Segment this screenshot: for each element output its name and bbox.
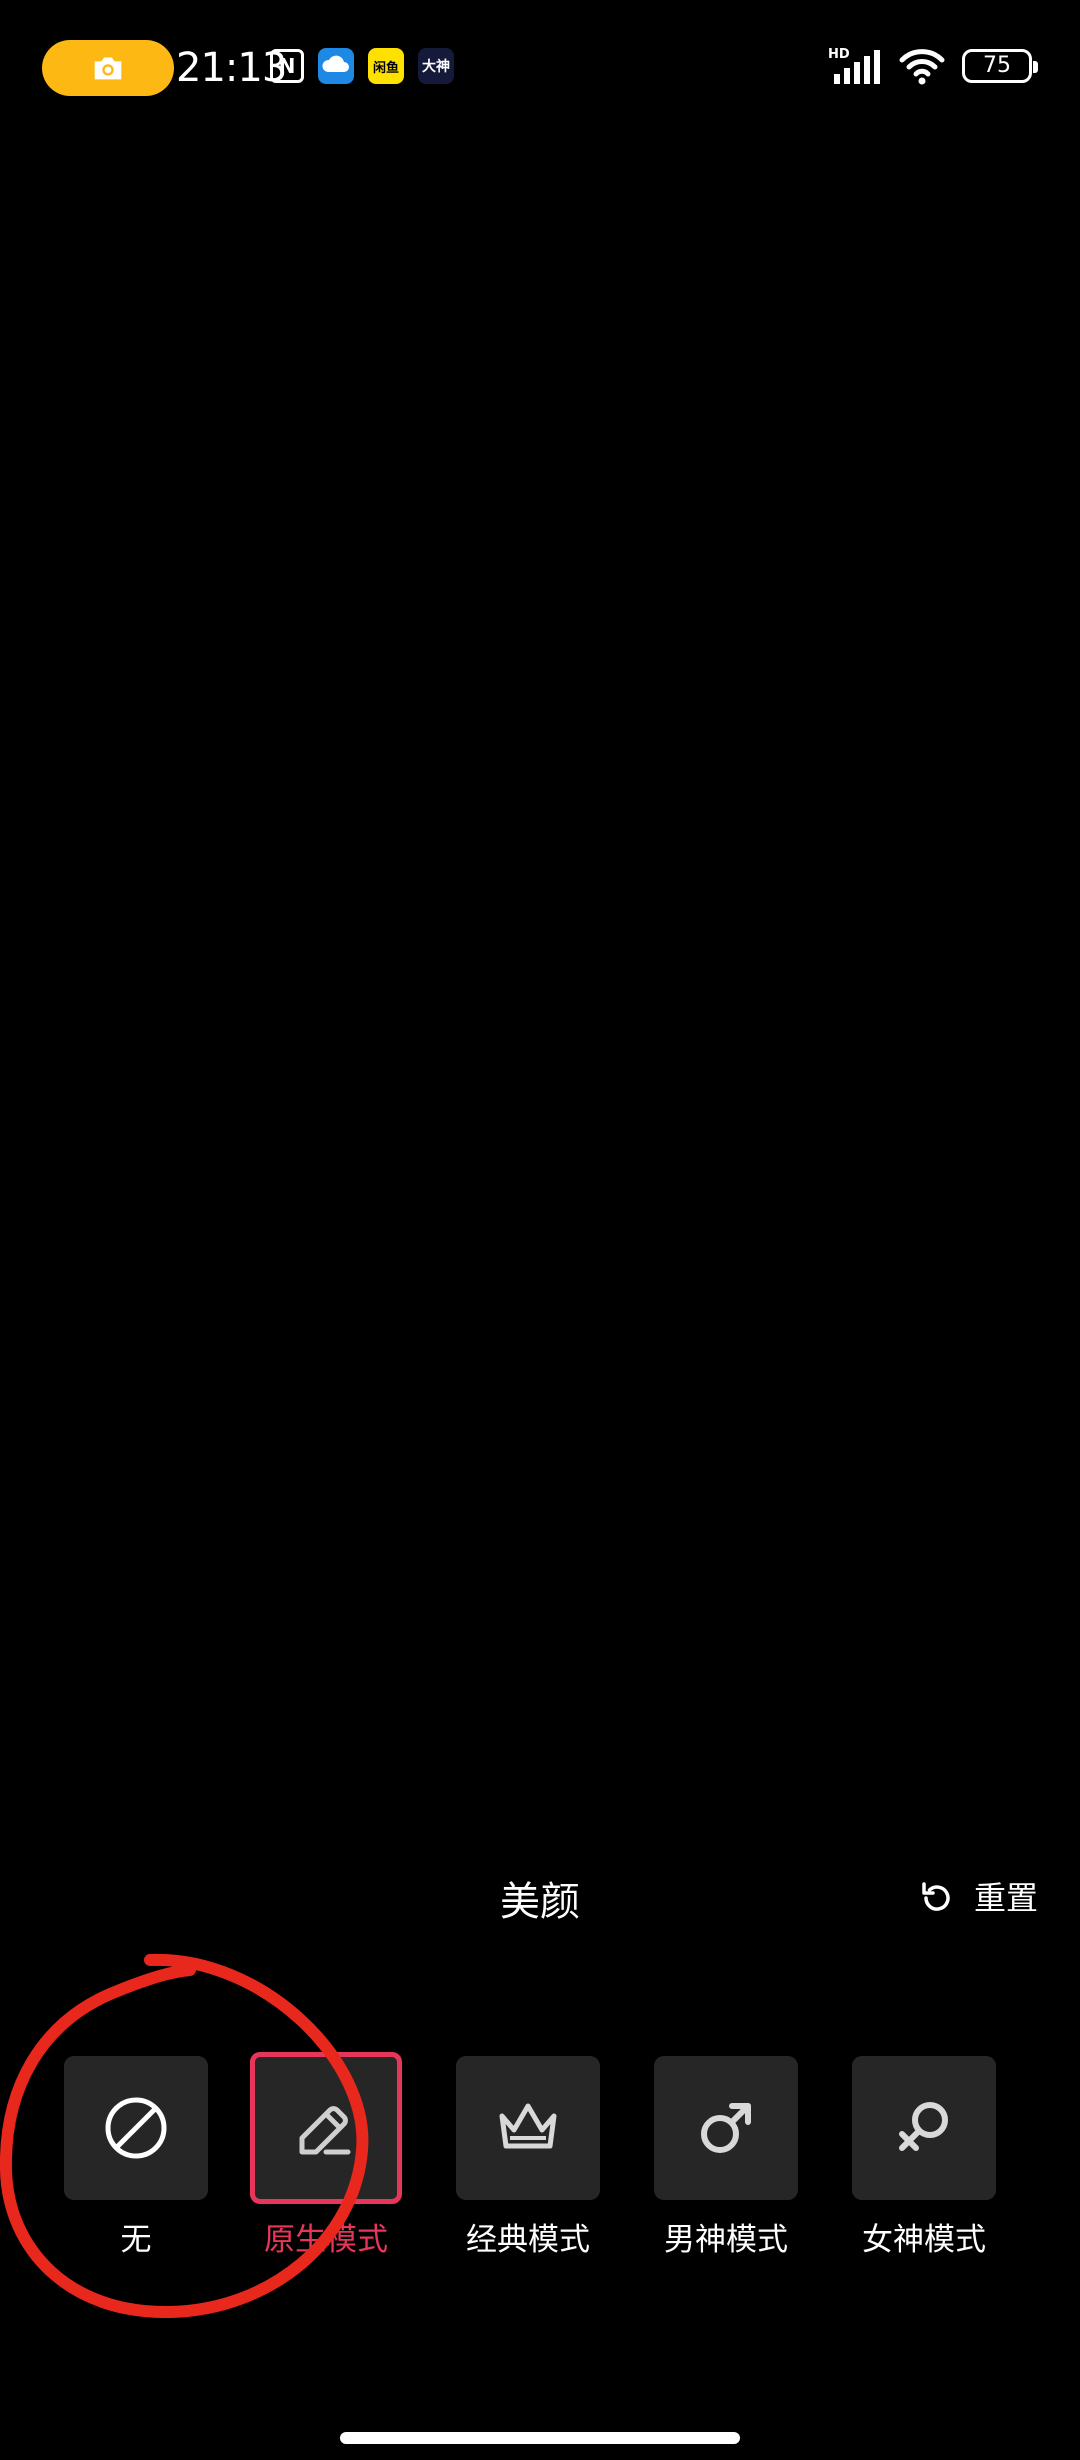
- male-icon: [701, 2103, 751, 2153]
- female-icon: [899, 2102, 948, 2151]
- crown-icon: [499, 2103, 557, 2149]
- network-badge: HD: [828, 47, 850, 62]
- reset-icon: [922, 1882, 950, 1911]
- mode-tile[interactable]: [654, 2056, 798, 2200]
- mode-male[interactable]: 男神模式: [654, 2056, 798, 2262]
- battery-level: 75: [983, 53, 1011, 78]
- dashen-app-icon: 大神: [418, 48, 454, 84]
- mode-female[interactable]: 女神模式: [852, 2056, 996, 2262]
- mode-label: 男神模式: [664, 2222, 788, 2258]
- notification-icons: N 闲鱼 大神: [270, 48, 454, 84]
- screen-recording-pill[interactable]: [42, 40, 174, 96]
- home-indicator[interactable]: [340, 2432, 740, 2444]
- system-icons: HD 75: [828, 46, 1038, 86]
- battery-icon: 75: [962, 49, 1038, 83]
- mode-tile[interactable]: [64, 2056, 208, 2200]
- mode-label: 女神模式: [862, 2222, 986, 2258]
- mode-tile[interactable]: [456, 2056, 600, 2200]
- xianyu-app-icon: 闲鱼: [368, 48, 404, 84]
- none-icon: [105, 2097, 167, 2159]
- camera-beauty-screen: 21:13 N 闲鱼 大神 HD 75 美颜 重置 无 原生模式 经典模式 男神…: [0, 0, 1080, 2460]
- beauty-mode-list: 无 原生模式 经典模式 男神模式 女神模式: [0, 2052, 1080, 2276]
- edit-pencil-icon: [299, 2106, 351, 2155]
- mode-tile[interactable]: [250, 2052, 402, 2204]
- mode-label: 经典模式: [466, 2222, 590, 2258]
- mode-tile[interactable]: [852, 2056, 996, 2200]
- reset-button[interactable]: 重置: [916, 1876, 1038, 1920]
- mode-none[interactable]: 无: [64, 2056, 208, 2262]
- mode-classic[interactable]: 经典模式: [456, 2056, 600, 2262]
- status-bar: 21:13 N 闲鱼 大神 HD 75: [0, 0, 1080, 140]
- wifi-icon: [899, 49, 945, 85]
- mode-native[interactable]: 原生模式: [250, 2052, 402, 2262]
- cloud-icon: [318, 48, 354, 84]
- nfc-icon: N: [270, 49, 304, 83]
- cellular-signal-icon: HD: [828, 47, 880, 84]
- reset-label: 重置: [973, 1879, 1038, 1917]
- mode-label: 无: [120, 2222, 152, 2258]
- camera-icon: [94, 57, 122, 80]
- mode-label: 原生模式: [264, 2222, 388, 2258]
